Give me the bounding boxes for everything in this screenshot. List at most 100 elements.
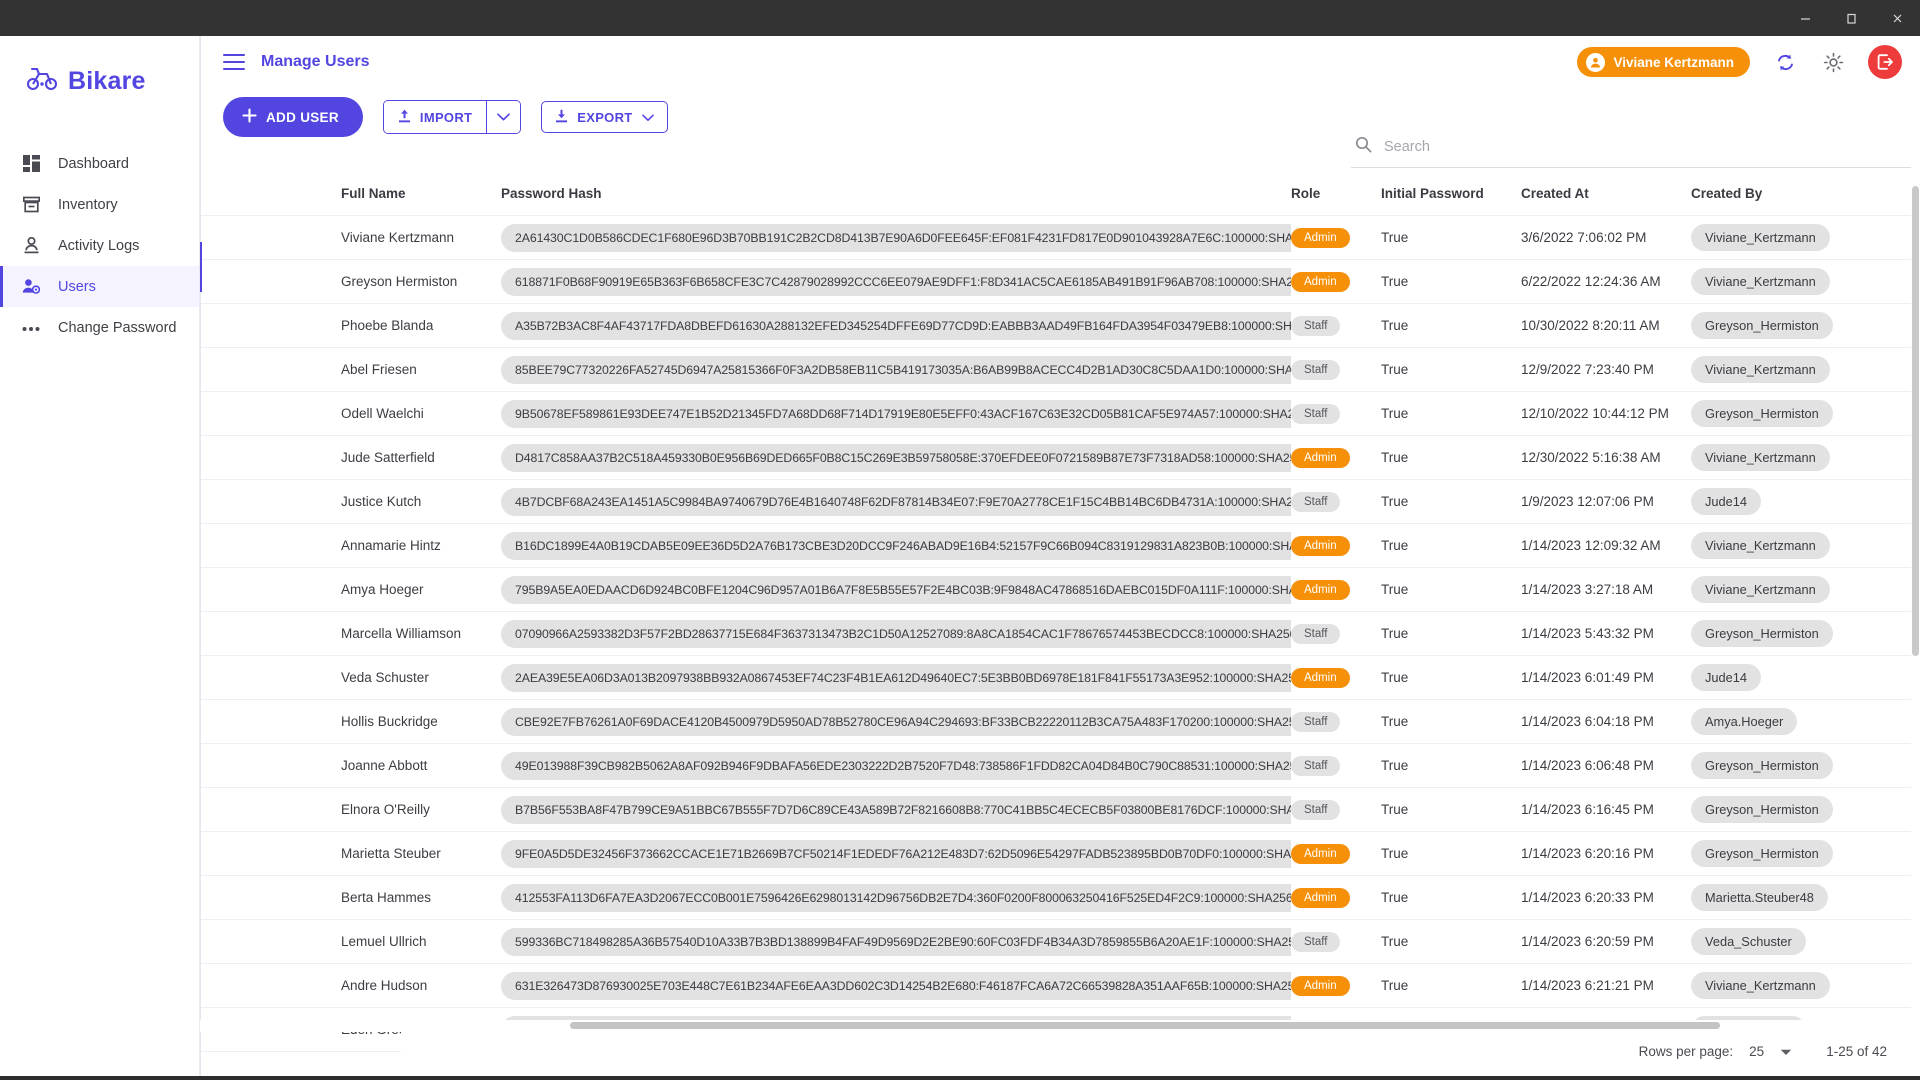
table-row[interactable]: Buckridge@yahoo.comHollis BuckridgeCBE92… [201, 700, 1920, 744]
created-at-text: 1/14/2023 6:20:33 PM [1521, 890, 1654, 905]
cell-initial-password: True [1381, 304, 1521, 348]
cell-password-hash: 4B7DCBF68A243EA1451A5C9984BA9740679D76E4… [501, 480, 1291, 524]
table-row[interactable]: e.Abbott@gmail.comJoanne Abbott49E013988… [201, 744, 1920, 788]
created-at-text: 1/14/2023 6:01:49 PM [1521, 670, 1654, 685]
table-head: Full Name Password Hash Role Initial Pas… [201, 176, 1920, 216]
full-name-text: Hollis Buckridge [341, 714, 438, 729]
table-row[interactable]: marie.Hintz@yahoo.comAnnamarie HintzB16D… [201, 524, 1920, 568]
role-badge: Admin [1291, 580, 1350, 600]
table-row[interactable]: e_Kertzmann@hotmail.comViviane Kertzmann… [201, 216, 1920, 260]
column-header-role[interactable]: Role [1291, 176, 1381, 216]
table-row[interactable]: 8@hotmail.comOdell Waelchi9B50678EF58986… [201, 392, 1920, 436]
table-row[interactable]: n.Hermiston@hotmail.comGreyson Hermiston… [201, 260, 1920, 304]
cell-created-by: Viviane_Kertzmann [1691, 260, 1920, 304]
password-hash-pill: 618871F0B68F90919E65B363F6B658CFE3C7C428… [501, 268, 1291, 296]
chevron-down-icon[interactable] [486, 101, 520, 133]
cell-role: Admin [1291, 656, 1381, 700]
cell-created-at: 1/14/2023 12:09:32 AM [1521, 524, 1691, 568]
users-table-container[interactable]: Full Name Password Hash Role Initial Pas… [201, 176, 1920, 1052]
rows-per-page-select[interactable]: 25 [1749, 1044, 1792, 1059]
cell-password-hash: 07090966A2593382D3F57F2BD28637715E684F36… [501, 612, 1291, 656]
table-row[interactable]: e.Kutch@hotmail.comJustice Kutch4B7DCBF6… [201, 480, 1920, 524]
password-hash-pill: D4817C858AA37B2C518A459330B0E956B69DED66… [501, 444, 1291, 472]
cell-created-by: Viviane_Kertzmann [1691, 348, 1920, 392]
cell-password-hash: CBE92E7FB76261A0F69DACE4120B4500979D5950… [501, 700, 1291, 744]
user-chip[interactable]: Viviane Kertzmann [1577, 47, 1750, 77]
table-row[interactable]: Hoeger@gmail.comAmya Hoeger795B9A5EA0EDA… [201, 568, 1920, 612]
table-row[interactable]: ta64@gmail.comMarietta Steuber9FE0A5D5DE… [201, 832, 1920, 876]
role-badge: Staff [1291, 404, 1340, 424]
cell-email: e.Kutch@hotmail.com [201, 480, 341, 524]
cell-created-by: Greyson_Hermiston [1691, 744, 1920, 788]
hamburger-icon[interactable] [223, 54, 245, 70]
password-hash-pill: B16DC1899E4A0B19CDAB5E09EE36D5D2A76B173C… [501, 532, 1291, 560]
table-row[interactable]: riesen0@hotmail.comAbel Friesen85BEE79C7… [201, 348, 1920, 392]
chevron-down-icon[interactable] [642, 110, 654, 125]
table-row[interactable]: Hammes@hotmail.comBerta Hammes412553FA11… [201, 876, 1920, 920]
scrollbar-thumb[interactable] [1912, 186, 1919, 656]
table-row[interactable]: e46@gmail.comPhoebe BlandaA35B72B3AC8F4A… [201, 304, 1920, 348]
import-button[interactable]: IMPORT [384, 101, 486, 133]
table-row[interactable]: atterfield75@yahoo.comJude SatterfieldD4… [201, 436, 1920, 480]
created-at-text: 1/9/2023 12:07:06 PM [1521, 494, 1654, 509]
column-header-password-hash[interactable]: Password Hash [501, 176, 1291, 216]
account-circle-icon [1586, 53, 1605, 72]
table-row[interactable]: la25@hotmail.comMarcella Williamson07090… [201, 612, 1920, 656]
cell-initial-password: True [1381, 348, 1521, 392]
dashboard-icon [20, 153, 42, 175]
cell-role: Staff [1291, 744, 1381, 788]
logout-icon[interactable] [1868, 45, 1902, 79]
column-header-created-at[interactable]: Created At [1521, 176, 1691, 216]
cell-created-by: Viviane_Kertzmann [1691, 568, 1920, 612]
cell-full-name: Marcella Williamson [341, 612, 501, 656]
created-at-text: 10/30/2022 8:20:11 AM [1521, 318, 1660, 333]
created-by-pill: Amya.Hoeger [1691, 708, 1797, 735]
sidebar-item-users[interactable]: Users [0, 266, 199, 307]
minimize-icon[interactable] [1782, 0, 1828, 36]
password-hash-pill: 2A61430C1D0B586CDEC1F680E96D3B70BB191C2B… [501, 224, 1291, 252]
table-row[interactable]: l12@gmail.comLemuel Ullrich599336BC71849… [201, 920, 1920, 964]
search-box[interactable] [1351, 136, 1911, 168]
created-by-pill: Jude14 [1691, 488, 1761, 515]
full-name-text: Marietta Steuber [341, 846, 441, 861]
sidebar-item-inventory[interactable]: Inventory [0, 184, 199, 225]
add-user-button[interactable]: ADD USER [223, 97, 363, 137]
sun-icon[interactable] [1820, 49, 1846, 75]
cell-password-hash: B16DC1899E4A0B19CDAB5E09EE36D5D2A76B173C… [501, 524, 1291, 568]
role-badge: Staff [1291, 360, 1340, 380]
table-row[interactable]: Hudson@hotmail.comAndre Hudson631E326473… [201, 964, 1920, 1008]
cell-password-hash: B7B56F553BA8F47B799CE9A51BBC67B555F7D7D6… [501, 788, 1291, 832]
cell-email: 26@yahoo.com [201, 788, 341, 832]
cell-full-name: Abel Friesen [341, 348, 501, 392]
scrollbar-thumb[interactable] [570, 1022, 1720, 1029]
column-header-email[interactable] [201, 176, 341, 216]
search-input[interactable] [1384, 139, 1907, 155]
box-icon [20, 194, 42, 216]
table-row[interactable]: 26@yahoo.comElnora O'ReillyB7B56F553BA8F… [201, 788, 1920, 832]
cell-full-name: Joanne Abbott [341, 744, 501, 788]
dots-icon [20, 317, 42, 339]
table-horizontal-scrollbar[interactable] [200, 1020, 1920, 1032]
cell-full-name: Hollis Buckridge [341, 700, 501, 744]
cell-password-hash: 599336BC718498285A36B57540D10A33B7B3BD13… [501, 920, 1291, 964]
table-row[interactable]: 7@yahoo.comVeda Schuster2AEA39E5EA06D3A0… [201, 656, 1920, 700]
cell-initial-password: True [1381, 920, 1521, 964]
initial-password-text: True [1381, 846, 1408, 861]
export-button[interactable]: EXPORT [541, 101, 667, 133]
cell-full-name: Berta Hammes [341, 876, 501, 920]
close-icon[interactable] [1874, 0, 1920, 36]
add-user-label: ADD USER [266, 110, 339, 125]
created-at-text: 12/9/2022 7:23:40 PM [1521, 362, 1654, 377]
sidebar-item-change-password[interactable]: Change Password [0, 307, 199, 348]
column-header-full-name[interactable]: Full Name [341, 176, 501, 216]
cell-role: Admin [1291, 964, 1381, 1008]
sidebar-item-dashboard[interactable]: Dashboard [0, 143, 199, 184]
maximize-icon[interactable] [1828, 0, 1874, 36]
initial-password-text: True [1381, 494, 1408, 509]
sync-icon[interactable] [1772, 49, 1798, 75]
initial-password-text: True [1381, 450, 1408, 465]
column-header-created-by[interactable]: Created By [1691, 176, 1920, 216]
table-vertical-scrollbar[interactable] [1911, 176, 1920, 1052]
column-header-initial-password[interactable]: Initial Password [1381, 176, 1521, 216]
sidebar-item-activity-logs[interactable]: Activity Logs [0, 225, 199, 266]
